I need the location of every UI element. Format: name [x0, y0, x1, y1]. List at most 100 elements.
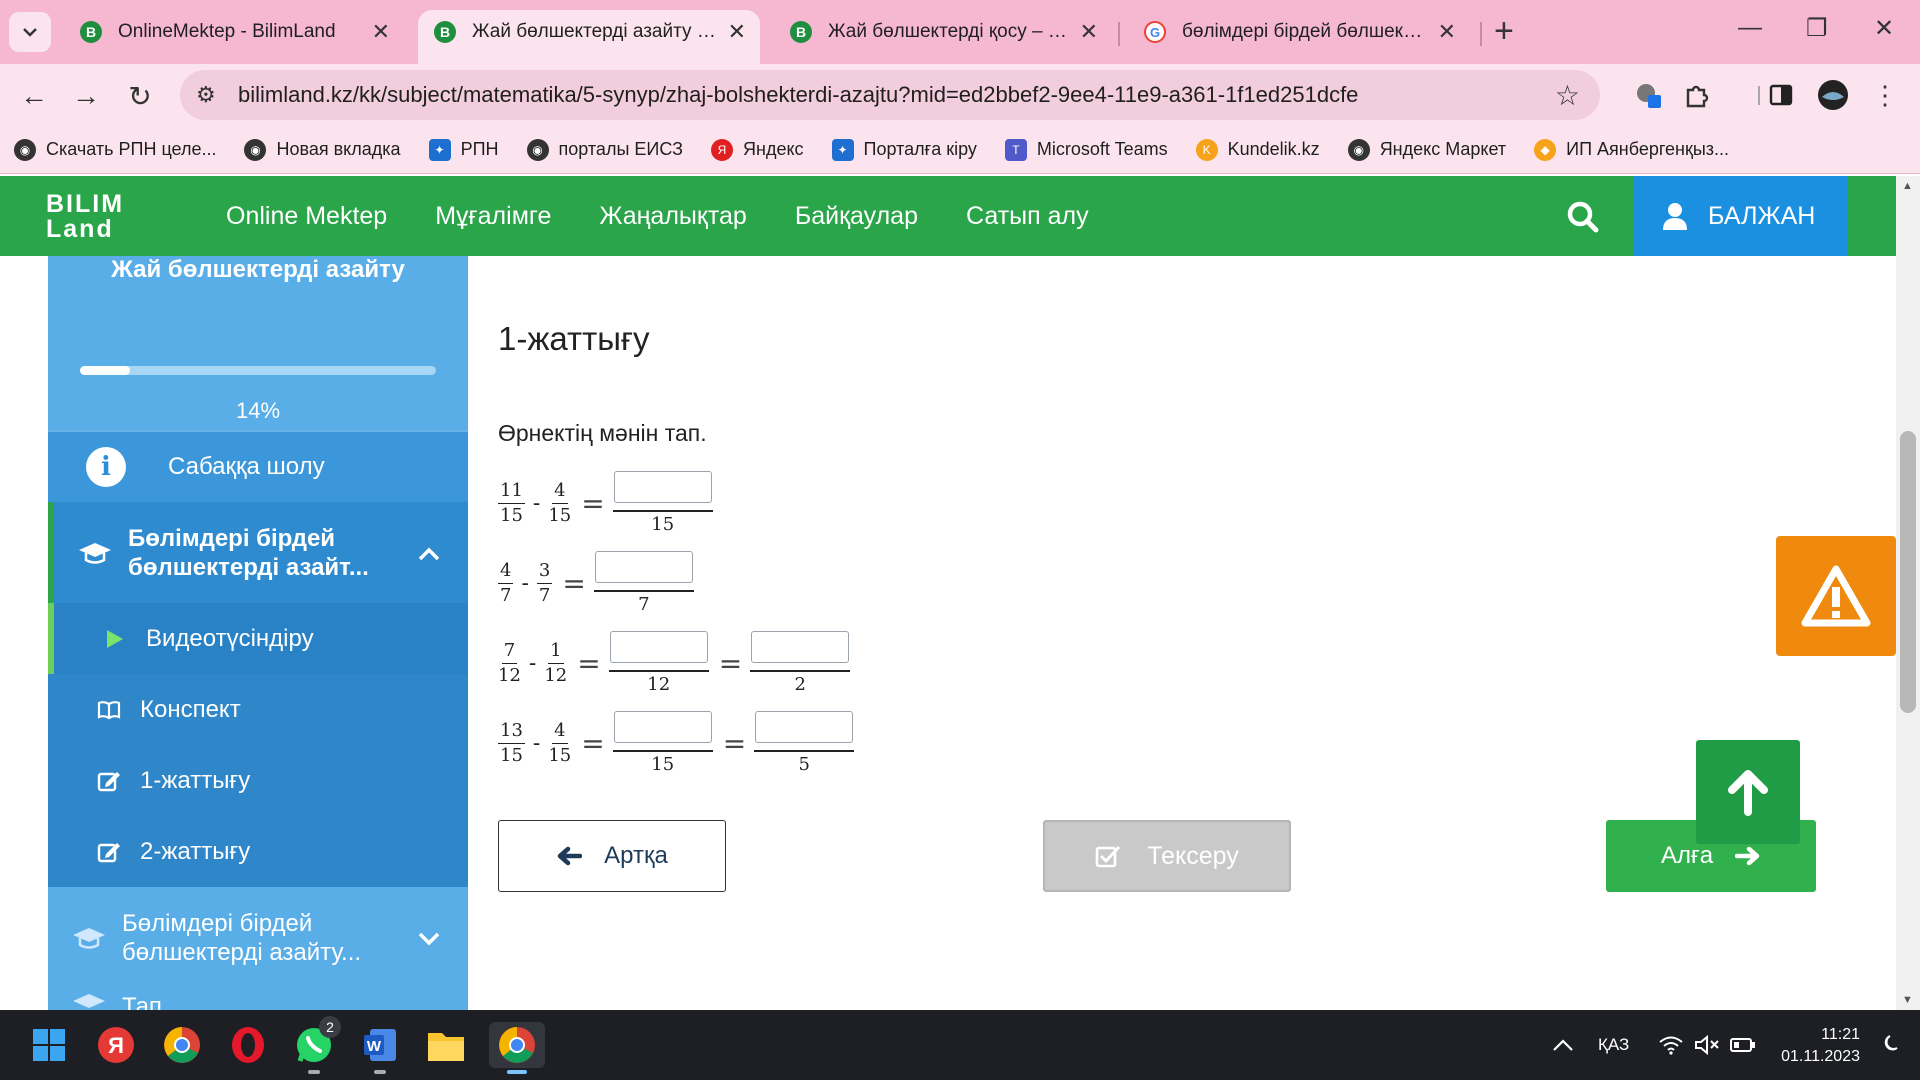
tab-onlinemektep[interactable]: B OnlineMektep - BilimLand ✕ — [64, 10, 404, 64]
tab-zhai-bolshekterdi-azaitu[interactable]: B Жай бөлшектерді азайту – Ма ✕ — [418, 10, 760, 64]
tab-search-button[interactable] — [9, 12, 51, 52]
scroll-to-top-button[interactable] — [1696, 740, 1800, 844]
report-error-button[interactable] — [1776, 536, 1896, 656]
nav-news[interactable]: Жаңалықтар — [599, 202, 746, 231]
numerator-input[interactable] — [751, 630, 850, 663]
bookmark-item[interactable]: T Microsoft Teams — [1004, 138, 1168, 161]
bilimland-icon: B — [434, 21, 456, 43]
nav-contests[interactable]: Байқаулар — [795, 202, 918, 231]
chevron-down-icon[interactable] — [418, 922, 440, 953]
chrome-icon[interactable] — [159, 1022, 205, 1068]
address-bar[interactable]: ⚙ bilimland.kz/kk/subject/matematika/5-s… — [180, 70, 1600, 120]
nav-purchase[interactable]: Сатып алу — [966, 202, 1089, 231]
extensions-puzzle-icon[interactable] — [1680, 78, 1714, 112]
tab-zhai-bolshekterdi-kosu[interactable]: B Жай бөлшектерді қосу – Мате ✕ — [774, 10, 1112, 64]
lesson-overview-link[interactable]: i Сабаққа шолу — [48, 430, 468, 502]
battery-icon[interactable] — [1730, 1010, 1756, 1080]
forward-arrow-icon[interactable]: → — [66, 76, 106, 116]
minimize-icon[interactable]: — — [1738, 14, 1762, 42]
bookmark-item[interactable]: ◉ Скачать РПН целе... — [14, 138, 216, 161]
equals-sign: = — [562, 566, 586, 600]
profile-avatar[interactable] — [1816, 78, 1850, 112]
exercise-title: 1-жаттығу — [498, 320, 650, 357]
notifications-icon[interactable] — [1880, 1010, 1900, 1080]
warning-icon — [1801, 565, 1871, 627]
system-clock[interactable]: 11:21 01.11.2023 — [1776, 1024, 1860, 1068]
show-hidden-icons-chevron-icon[interactable] — [1552, 1010, 1574, 1080]
numerator-input[interactable] — [613, 470, 712, 503]
numerator-input[interactable] — [613, 710, 712, 743]
scrollbar-thumb[interactable] — [1900, 431, 1916, 713]
graduation-cap-icon — [73, 927, 105, 949]
denominator: 12 — [498, 664, 521, 686]
new-tab-button[interactable]: + — [1494, 14, 1514, 48]
close-icon[interactable]: ✕ — [1438, 19, 1456, 45]
opera-icon[interactable] — [225, 1022, 271, 1068]
globe-icon: ◉ — [526, 138, 549, 161]
back-arrow-icon[interactable]: ← — [14, 76, 54, 116]
sidebar-item-exercise-2[interactable]: 2-жаттығу — [48, 816, 468, 887]
url-text[interactable]: bilimland.kz/kk/subject/matematika/5-syn… — [238, 82, 1358, 108]
lesson-sidebar: Жай бөлшектерді азайту 14% i Сабаққа шол… — [48, 256, 468, 1010]
side-panel-icon[interactable] — [1764, 78, 1798, 112]
denominator: 7 — [638, 593, 650, 615]
bookmark-item[interactable]: ✦ Порталға кіру — [831, 138, 977, 161]
sidebar-item-label: Видеотүсіндіру — [146, 624, 314, 652]
bookmark-item[interactable]: ✦ РПН — [428, 138, 499, 161]
numerator-input[interactable] — [755, 710, 854, 743]
fraction: 13 15 — [498, 720, 525, 766]
whatsapp-icon[interactable]: 2 — [291, 1016, 341, 1074]
search-icon[interactable] — [1560, 194, 1606, 240]
module-item-3[interactable]: Тап... — [48, 988, 468, 1010]
graduation-cap-icon — [73, 994, 105, 1008]
numerator: 4 — [552, 480, 568, 504]
bookmark-item[interactable]: Я Яндекс — [711, 138, 804, 161]
window-close-icon[interactable]: ✕ — [1874, 14, 1894, 43]
user-profile-button[interactable]: БАЛЖАН — [1634, 176, 1848, 256]
yandex-browser-icon[interactable]: Я — [93, 1022, 139, 1068]
numerator-input[interactable] — [594, 550, 693, 583]
chrome-active-icon[interactable] — [489, 1022, 545, 1074]
bookmark-item[interactable]: ◉ Яндекс Маркет — [1347, 138, 1506, 161]
windows-start-icon[interactable] — [26, 1022, 72, 1068]
menu-dots-icon[interactable]: ⋮ — [1868, 78, 1902, 112]
chevron-down-icon — [23, 28, 37, 37]
language-indicator[interactable]: ҚАЗ — [1598, 1010, 1629, 1080]
bookmark-item[interactable]: K Kundelik.kz — [1195, 138, 1320, 161]
check-button[interactable]: Тексеру — [1043, 820, 1291, 892]
module-item-1[interactable]: Бөлімдері бірдей бөлшектерді азайт... — [48, 502, 468, 603]
bookmark-item[interactable]: ◉ порталы ЕИСЗ — [526, 138, 683, 161]
nav-teachers[interactable]: Мұғалімге — [435, 202, 551, 231]
reload-icon[interactable]: ↻ — [120, 76, 160, 116]
scroll-down-arrow-icon[interactable]: ▼ — [1902, 994, 1913, 1006]
tab-title: бөлімдері бірдей бөлшектерд — [1182, 21, 1428, 42]
extension-icon[interactable] — [1632, 78, 1666, 112]
denominator: 15 — [548, 744, 572, 766]
bookmark-item[interactable]: ◉ Новая вкладка — [244, 138, 401, 161]
scroll-up-arrow-icon[interactable]: ▲ — [1902, 180, 1913, 192]
bookmark-star-icon[interactable]: ☆ — [1555, 79, 1580, 112]
nav-online-mektep[interactable]: Online Mektep — [226, 202, 387, 231]
bilimland-logo[interactable]: BILIM Land — [46, 192, 124, 242]
word-icon[interactable]: W — [357, 1022, 403, 1074]
bookmark-item[interactable]: ◆ ИП Аянбергенқыз... — [1534, 138, 1729, 161]
file-explorer-icon[interactable] — [423, 1022, 469, 1068]
close-icon[interactable]: ✕ — [728, 19, 746, 45]
back-button[interactable]: Артқа — [498, 820, 726, 892]
numerator-input[interactable] — [609, 630, 708, 663]
chevron-up-icon[interactable] — [418, 537, 440, 568]
tab-google-search[interactable]: G бөлімдері бірдей бөлшектерд ✕ — [1128, 10, 1470, 64]
sidebar-item-video[interactable]: Видеотүсіндіру — [48, 603, 468, 674]
volume-muted-icon[interactable] — [1694, 1010, 1720, 1080]
tab-title: OnlineMektep - BilimLand — [118, 21, 336, 42]
sidebar-item-exercise-1[interactable]: 1-жаттығу — [48, 745, 468, 816]
restore-icon[interactable]: ❐ — [1806, 14, 1828, 43]
fraction: 47 — [498, 560, 514, 606]
page-scrollbar[interactable]: ▲ ▼ — [1896, 176, 1920, 1010]
close-icon[interactable]: ✕ — [372, 19, 390, 45]
sidebar-item-summary[interactable]: Конспект — [48, 674, 468, 745]
module-item-2[interactable]: Бөлімдері бірдей бөлшектерді азайту... — [48, 887, 468, 988]
wifi-icon[interactable] — [1658, 1010, 1684, 1080]
site-info-icon[interactable]: ⚙ — [196, 82, 226, 108]
close-icon[interactable]: ✕ — [1080, 19, 1098, 45]
